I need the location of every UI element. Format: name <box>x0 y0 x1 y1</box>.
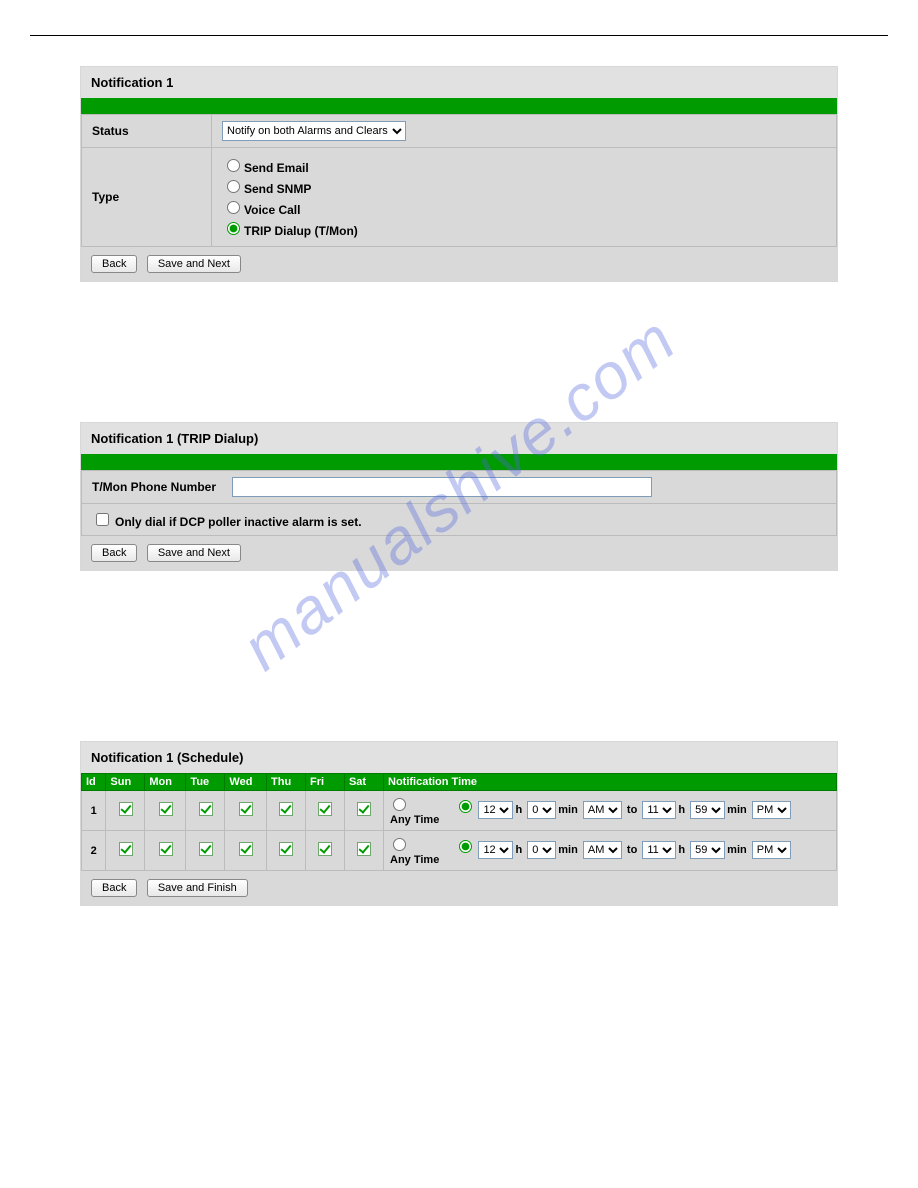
h-label: h <box>515 844 522 856</box>
end-hour-select[interactable]: 11 <box>642 841 676 859</box>
day-checkbox[interactable] <box>119 802 133 816</box>
h-label: h <box>678 804 685 816</box>
day-checkbox[interactable] <box>199 842 213 856</box>
back-button[interactable]: Back <box>91 544 137 562</box>
trip-dialup-panel: Notification 1 (TRIP Dialup) T/Mon Phone… <box>80 422 838 571</box>
status-select[interactable]: Notify on both Alarms and Clears <box>222 121 406 141</box>
th-ntime: Notification Time <box>384 774 837 791</box>
th-fri: Fri <box>305 774 344 791</box>
row-id: 2 <box>82 831 106 871</box>
day-checkbox[interactable] <box>357 802 371 816</box>
end-ampm-select[interactable]: PM <box>752 801 791 819</box>
to-label: to <box>627 844 637 856</box>
back-button[interactable]: Back <box>91 879 137 897</box>
save-finish-button[interactable]: Save and Finish <box>147 879 248 897</box>
panel2-title: Notification 1 (TRIP Dialup) <box>81 423 837 454</box>
panel1-buttons: Back Save and Next <box>81 247 837 281</box>
start-ampm-select[interactable]: AM <box>583 801 622 819</box>
th-id: Id <box>82 774 106 791</box>
day-checkbox[interactable] <box>279 842 293 856</box>
anytime-radio[interactable] <box>393 838 406 851</box>
end-min-select[interactable]: 59 <box>690 841 725 859</box>
type-snmp-label: Send SNMP <box>244 182 311 196</box>
type-radio-group: Send Email Send SNMP Voice Call TRIP Dia… <box>222 156 826 238</box>
type-label: Type <box>82 148 212 247</box>
type-voice-label: Voice Call <box>244 203 300 217</box>
row-id: 1 <box>82 791 106 831</box>
timerange-radio[interactable] <box>459 800 472 813</box>
only-dial-row: Only dial if DCP poller inactive alarm i… <box>81 504 837 536</box>
phone-input[interactable] <box>232 477 652 497</box>
anytime-label: Any Time <box>390 814 439 826</box>
min-label: min <box>558 804 578 816</box>
schedule-panel: Notification 1 (Schedule) Id Sun Mon Tue… <box>80 741 838 906</box>
table-row: 2 Any Time 12h 0min AM to 11h 59min PM <box>82 831 837 871</box>
panel1-greenbar <box>81 98 837 114</box>
start-hour-select[interactable]: 12 <box>478 841 513 859</box>
day-checkbox[interactable] <box>119 842 133 856</box>
min-label: min <box>727 844 747 856</box>
end-min-select[interactable]: 59 <box>690 801 725 819</box>
anytime-radio[interactable] <box>393 798 406 811</box>
start-min-select[interactable]: 0 <box>527 841 556 859</box>
panel2-buttons: Back Save and Next <box>81 536 837 570</box>
back-button[interactable]: Back <box>91 255 137 273</box>
notification-type-panel: Notification 1 Status Notify on both Ala… <box>80 66 838 282</box>
start-ampm-select[interactable]: AM <box>583 841 622 859</box>
day-checkbox[interactable] <box>159 842 173 856</box>
day-checkbox[interactable] <box>199 802 213 816</box>
time-cell: Any Time 12h 0min AM to 11h 59min PM <box>384 791 837 831</box>
top-rule <box>30 35 888 36</box>
min-label: min <box>558 844 578 856</box>
timerange-radio[interactable] <box>459 840 472 853</box>
time-cell: Any Time 12h 0min AM to 11h 59min PM <box>384 831 837 871</box>
phone-label: T/Mon Phone Number <box>92 480 232 494</box>
panel3-title: Notification 1 (Schedule) <box>81 742 837 773</box>
h-label: h <box>515 804 522 816</box>
type-snmp-radio[interactable] <box>227 180 240 193</box>
only-dial-checkbox[interactable] <box>96 513 109 526</box>
day-checkbox[interactable] <box>318 842 332 856</box>
day-checkbox[interactable] <box>279 802 293 816</box>
type-voice-radio[interactable] <box>227 201 240 214</box>
th-thu: Thu <box>267 774 306 791</box>
phone-row: T/Mon Phone Number <box>81 470 837 504</box>
day-checkbox[interactable] <box>318 802 332 816</box>
save-next-button[interactable]: Save and Next <box>147 544 241 562</box>
save-next-button[interactable]: Save and Next <box>147 255 241 273</box>
status-label: Status <box>82 115 212 148</box>
only-dial-label: Only dial if DCP poller inactive alarm i… <box>115 515 362 529</box>
type-trip-label: TRIP Dialup (T/Mon) <box>244 224 358 238</box>
start-hour-select[interactable]: 12 <box>478 801 513 819</box>
th-sun: Sun <box>106 774 145 791</box>
end-hour-select[interactable]: 11 <box>642 801 676 819</box>
min-label: min <box>727 804 747 816</box>
table-row: 1 Any Time 12h 0min AM to 11h 59min PM <box>82 791 837 831</box>
end-ampm-select[interactable]: PM <box>752 841 791 859</box>
panel3-buttons: Back Save and Finish <box>81 871 837 905</box>
type-email-label: Send Email <box>244 161 309 175</box>
day-checkbox[interactable] <box>357 842 371 856</box>
type-trip-radio[interactable] <box>227 222 240 235</box>
start-min-select[interactable]: 0 <box>527 801 556 819</box>
type-email-radio[interactable] <box>227 159 240 172</box>
th-sat: Sat <box>344 774 383 791</box>
panel1-form: Status Notify on both Alarms and Clears … <box>81 114 837 247</box>
to-label: to <box>627 804 637 816</box>
anytime-label: Any Time <box>390 854 439 866</box>
th-mon: Mon <box>145 774 186 791</box>
schedule-table: Id Sun Mon Tue Wed Thu Fri Sat Notificat… <box>81 773 837 871</box>
h-label: h <box>678 844 685 856</box>
th-tue: Tue <box>186 774 225 791</box>
day-checkbox[interactable] <box>239 802 253 816</box>
panel1-title: Notification 1 <box>81 67 837 98</box>
day-checkbox[interactable] <box>159 802 173 816</box>
th-wed: Wed <box>225 774 267 791</box>
day-checkbox[interactable] <box>239 842 253 856</box>
panel2-greenbar <box>81 454 837 470</box>
